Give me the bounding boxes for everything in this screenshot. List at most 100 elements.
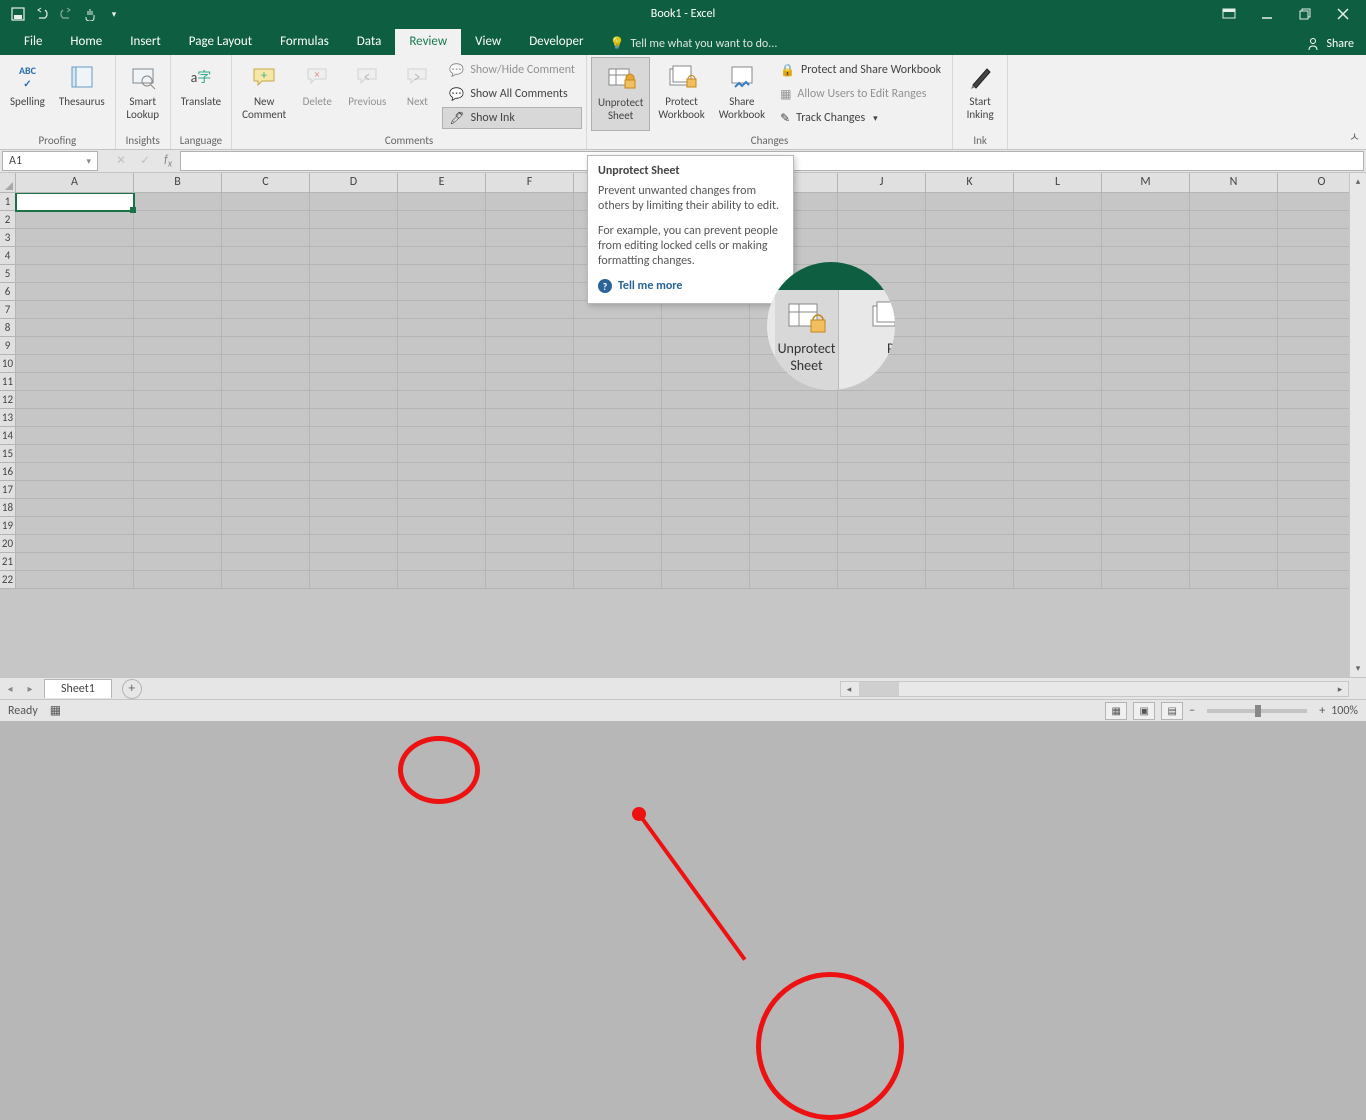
name-box[interactable]: A1▾ (2, 151, 98, 171)
cell[interactable] (486, 481, 574, 499)
cell[interactable] (310, 211, 398, 229)
cell[interactable] (662, 409, 750, 427)
cell[interactable] (1014, 535, 1102, 553)
cell[interactable] (1014, 265, 1102, 283)
start-inking-button[interactable]: Start Inking (957, 57, 1003, 131)
scroll-down-icon[interactable]: ▾ (1350, 660, 1366, 677)
cell[interactable] (662, 445, 750, 463)
cell[interactable] (1102, 535, 1190, 553)
cell[interactable] (662, 427, 750, 445)
cell[interactable] (926, 517, 1014, 535)
cell[interactable] (310, 283, 398, 301)
protect-share-workbook-button[interactable]: 🔒Protect and Share Workbook (773, 59, 948, 81)
cell[interactable] (574, 427, 662, 445)
column-header[interactable]: D (310, 173, 398, 193)
cell[interactable] (486, 193, 574, 211)
cell[interactable] (310, 409, 398, 427)
column-header[interactable]: J (838, 173, 926, 193)
add-sheet-button[interactable]: + (122, 679, 142, 699)
column-header[interactable]: C (222, 173, 310, 193)
cell[interactable] (1190, 445, 1278, 463)
cell[interactable] (398, 535, 486, 553)
cell[interactable] (926, 409, 1014, 427)
cell[interactable] (16, 301, 134, 319)
cell[interactable] (134, 445, 222, 463)
cell[interactable] (486, 427, 574, 445)
cell[interactable] (926, 283, 1014, 301)
cell[interactable] (222, 265, 310, 283)
cell[interactable] (1014, 283, 1102, 301)
cell[interactable] (134, 247, 222, 265)
cell[interactable] (16, 247, 134, 265)
cell[interactable] (662, 499, 750, 517)
cell[interactable] (222, 337, 310, 355)
tab-formulas[interactable]: Formulas (266, 29, 343, 55)
cell[interactable] (838, 427, 926, 445)
cell[interactable] (398, 445, 486, 463)
cell[interactable] (1102, 229, 1190, 247)
cell[interactable] (1014, 517, 1102, 535)
cell[interactable] (574, 373, 662, 391)
cell[interactable] (1102, 517, 1190, 535)
row-header[interactable]: 10 (0, 355, 16, 373)
cell[interactable] (1014, 391, 1102, 409)
cell[interactable] (398, 391, 486, 409)
cell[interactable] (16, 409, 134, 427)
column-header[interactable]: L (1014, 173, 1102, 193)
zoom-knob[interactable] (1255, 705, 1261, 717)
row-header[interactable]: 4 (0, 247, 16, 265)
cell[interactable] (1014, 355, 1102, 373)
cell[interactable] (222, 535, 310, 553)
show-all-comments-button[interactable]: 💬Show All Comments (442, 83, 582, 105)
cell[interactable] (398, 337, 486, 355)
cell[interactable] (134, 553, 222, 571)
cell[interactable] (838, 463, 926, 481)
cell[interactable] (310, 481, 398, 499)
cell[interactable] (574, 499, 662, 517)
cell[interactable] (16, 229, 134, 247)
cell[interactable] (310, 445, 398, 463)
cell[interactable] (662, 337, 750, 355)
cell[interactable] (1014, 373, 1102, 391)
cell[interactable] (1102, 427, 1190, 445)
zoom-in-button[interactable]: + (1319, 704, 1325, 718)
cell[interactable] (16, 445, 134, 463)
enter-formula-icon[interactable]: ✓ (140, 153, 150, 168)
cell[interactable] (1102, 553, 1190, 571)
cell[interactable] (310, 193, 398, 211)
cell[interactable] (750, 463, 838, 481)
cell[interactable] (486, 499, 574, 517)
cell[interactable] (398, 517, 486, 535)
cell[interactable] (926, 265, 1014, 283)
cell[interactable] (1190, 283, 1278, 301)
cell[interactable] (16, 355, 134, 373)
cell[interactable] (486, 355, 574, 373)
cell[interactable] (1102, 445, 1190, 463)
cell[interactable] (398, 355, 486, 373)
cell[interactable] (750, 445, 838, 463)
cell[interactable] (310, 229, 398, 247)
cell[interactable] (926, 355, 1014, 373)
cell[interactable] (222, 193, 310, 211)
cell[interactable] (574, 391, 662, 409)
zoom-percent[interactable]: 100% (1331, 704, 1358, 718)
zoom-out-button[interactable]: − (1189, 704, 1195, 718)
cell[interactable] (1102, 211, 1190, 229)
cell[interactable] (398, 247, 486, 265)
chevron-down-icon[interactable]: ▾ (86, 156, 91, 167)
cell[interactable] (310, 301, 398, 319)
cell[interactable] (574, 445, 662, 463)
cell[interactable] (398, 301, 486, 319)
cell[interactable] (1014, 481, 1102, 499)
row-header[interactable]: 21 (0, 553, 16, 571)
collapse-ribbon-icon[interactable]: ㅅ (1349, 128, 1360, 145)
cell[interactable] (398, 193, 486, 211)
smart-lookup-button[interactable]: Smart Lookup (120, 57, 166, 131)
tab-review[interactable]: Review (395, 29, 461, 55)
cell[interactable] (486, 283, 574, 301)
cell[interactable] (1102, 463, 1190, 481)
cell[interactable] (1014, 553, 1102, 571)
cell[interactable] (1190, 463, 1278, 481)
translate-button[interactable]: a字 Translate (175, 57, 227, 131)
cell[interactable] (398, 373, 486, 391)
